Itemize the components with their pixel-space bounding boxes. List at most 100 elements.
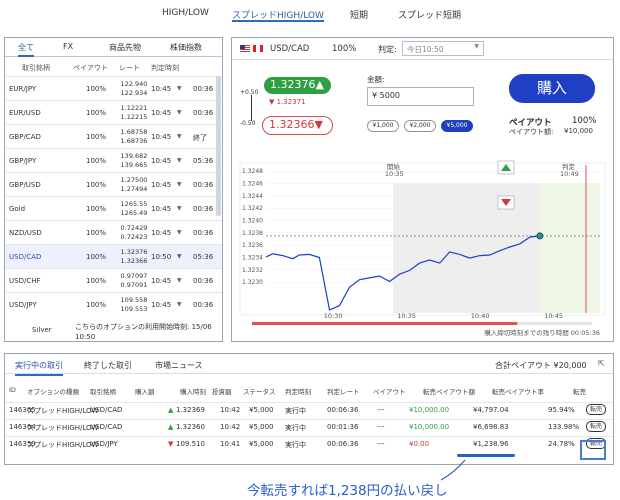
rate-low: 139.665	[120, 161, 148, 169]
trade-judge-rate: ---	[377, 423, 385, 431]
y-tick-label: 1.3234	[242, 255, 263, 262]
high-rate-button[interactable]: 1.32376▲	[264, 77, 331, 94]
asset-row[interactable]: GBP/CAD 100% 1.68758 1.68736 10:45 ▼ 終了	[5, 124, 222, 148]
asset-payout: 100%	[86, 181, 107, 189]
header-payout: ペイアウト	[73, 64, 108, 72]
asset-judge-time: 10:45	[151, 133, 172, 141]
resell-button[interactable]: 転売	[586, 421, 606, 432]
trade-judge-rate: ---	[377, 406, 385, 414]
header-price: 購入額	[135, 388, 155, 396]
tab-fx[interactable]: FX	[63, 42, 73, 51]
asset-pair: USD/CHF	[9, 277, 41, 285]
rate-high: 0.97097	[120, 272, 148, 280]
chevron-down-icon[interactable]: ▼	[177, 229, 182, 236]
trade-resell-amount: ¥1,238.96	[473, 440, 509, 448]
judge-window-shade	[539, 183, 600, 313]
tab-spread-short-term[interactable]: スプレッド短期	[398, 8, 461, 22]
rate-low: 122.934	[120, 89, 148, 97]
header-rate: レート	[119, 64, 140, 72]
chevron-down-icon[interactable]: ▼	[177, 253, 182, 260]
asset-row[interactable]: USD/JPY 100% 109.558 109.553 10:45 ▼ 00:36	[5, 292, 222, 316]
resell-button[interactable]: 転売	[586, 404, 606, 415]
asset-row[interactable]: NZD/USD 100% 0.72429 0.72423 10:45 ▼ 00:36	[5, 220, 222, 244]
tab-indices[interactable]: 株価指数	[170, 42, 202, 53]
rate-low: 1.27494	[120, 185, 148, 193]
y-tick-label: 1.3236	[242, 242, 263, 249]
chevron-down-icon[interactable]: ▼	[177, 205, 182, 212]
chevron-down-icon[interactable]: ▼	[177, 85, 182, 92]
asset-row[interactable]: Gold 100% 1265.55 1265.49 10:45 ▼ 00:36	[5, 196, 222, 220]
category-tabs: 全て FX 商品先物 株価指数	[5, 38, 222, 57]
chart-down-button[interactable]	[497, 195, 515, 210]
payout-amount-value: ¥10,000	[564, 127, 593, 135]
asset-pair: GBP/JPY	[9, 157, 37, 165]
rate-low: 1.12215	[120, 113, 148, 121]
asset-rate: 122.940 122.934	[119, 80, 149, 98]
chip-5000[interactable]: ¥5,000	[441, 120, 473, 132]
scale-line	[251, 95, 252, 121]
x-tick-label: 10:35	[397, 312, 416, 320]
trade-row: 146364 スプレッドHIGH/LOW USD/CAD ▲ 1.32360 10:42 ¥…	[5, 419, 613, 434]
asset-judge-time: 10:50	[151, 253, 172, 261]
y-tick-label: 1.3240	[242, 218, 263, 225]
asset-row[interactable]: EUR/USD 100% 1.12221 1.12215 10:45 ▼ 00:36	[5, 100, 222, 124]
chevron-down-icon[interactable]: ▼	[177, 181, 182, 188]
tab-active-trades[interactable]: 実行中の取引	[15, 360, 63, 376]
asset-row[interactable]: USD/CHF 100% 0.97097 0.97091 10:45 ▼ 00:36	[5, 268, 222, 292]
asset-payout: 100%	[86, 205, 107, 213]
chevron-down-icon[interactable]: ▼	[177, 109, 182, 116]
trade-judge-time: 00:01:36	[327, 423, 359, 431]
trade-row: 146365 スプレッドHIGH/LOW USD/CAD ▲ 1.32369 10:42 ¥…	[5, 402, 613, 417]
trade-status: 実行中	[285, 407, 306, 415]
asset-remaining: 00:36	[193, 181, 214, 189]
trade-pair: USD/CAD	[270, 44, 310, 54]
tab-all[interactable]: 全て	[18, 42, 34, 57]
progress-fill	[252, 322, 518, 325]
chevron-down-icon[interactable]: ▼	[177, 277, 182, 284]
asset-judge-time: 10:45	[151, 85, 172, 93]
buy-button[interactable]: 購入	[509, 74, 595, 103]
chevron-down-icon[interactable]: ▼	[177, 301, 182, 308]
tab-high-low[interactable]: HIGH/LOW	[162, 8, 209, 22]
chart-up-button[interactable]	[497, 160, 515, 175]
asset-row[interactable]: GBP/JPY 100% 139.682 139.665 10:45 ▼ 05:36	[5, 148, 222, 172]
header-judge-time: 判定時刻	[285, 388, 311, 396]
payout-amount-label: ペイアウト額:	[509, 128, 554, 136]
asset-row[interactable]: GBP/USD 100% 1.27500 1.27494 10:45 ▼ 00:36	[5, 172, 222, 196]
trade-amount: ¥5,000	[249, 406, 274, 414]
judge-label: 判定:	[378, 45, 397, 54]
asset-list-scrollbar[interactable]	[216, 76, 221, 216]
header-pair: 取引銘柄	[90, 388, 116, 396]
x-tick-label: 10:40	[471, 312, 490, 320]
tab-commodities[interactable]: 商品先物	[109, 42, 141, 53]
trade-payout-pct: 100%	[332, 44, 357, 54]
amount-input[interactable]: ¥ 5000	[367, 87, 474, 106]
judge-time-select[interactable]: 今日10:50 ▼	[402, 41, 484, 56]
rate-low: 1265.49	[120, 209, 148, 217]
trade-pair: USD/JPY	[90, 440, 118, 448]
chip-1000[interactable]: ¥1,000	[367, 120, 399, 132]
y-tick-label: 1.3238	[242, 230, 263, 237]
chevron-down-icon[interactable]: ▼	[177, 157, 182, 164]
tab-closed-trades[interactable]: 終了した取引	[84, 360, 132, 371]
chip-2000[interactable]: ¥2,000	[404, 120, 436, 132]
trade-time: 10:42	[220, 406, 241, 414]
trade-header: USD/CAD 100% 判定: 今日10:50 ▼	[232, 38, 613, 60]
tab-short-term[interactable]: 短期	[350, 8, 368, 22]
asset-row[interactable]: EUR/JPY 100% 122.940 122.934 10:45 ▼ 00:36	[5, 76, 222, 100]
header-resell-rate: 転売ペイアウト率	[492, 388, 544, 396]
chevron-down-icon[interactable]: ▼	[177, 133, 182, 140]
trade-resell-amount: ¥4,797.04	[473, 406, 509, 414]
asset-row[interactable]: USD/CAD 100% 1.32376 1.32366 10:50 ▼ 05:36	[5, 244, 222, 268]
trade-status: 実行中	[285, 441, 306, 449]
tab-spread-high-low[interactable]: スプレッドHIGH/LOW	[232, 8, 324, 22]
ca-flag-icon	[253, 45, 263, 52]
expand-icon[interactable]: ⇱	[598, 359, 605, 368]
header-option-type: オプションの種類	[27, 388, 79, 396]
header-judge-rate: 判定レート	[327, 388, 360, 396]
low-rate-button[interactable]: 1.32366▼	[262, 116, 333, 135]
trades-header: ID オプションの種類 取引銘柄 購入額 購入時刻 投資額 ステータス 判定時刻 判定レート ペイ…	[5, 386, 613, 399]
trade-price: 109.510	[176, 440, 205, 448]
trade-time: 10:41	[220, 440, 241, 448]
tab-market-news[interactable]: 市場ニュース	[155, 360, 203, 371]
